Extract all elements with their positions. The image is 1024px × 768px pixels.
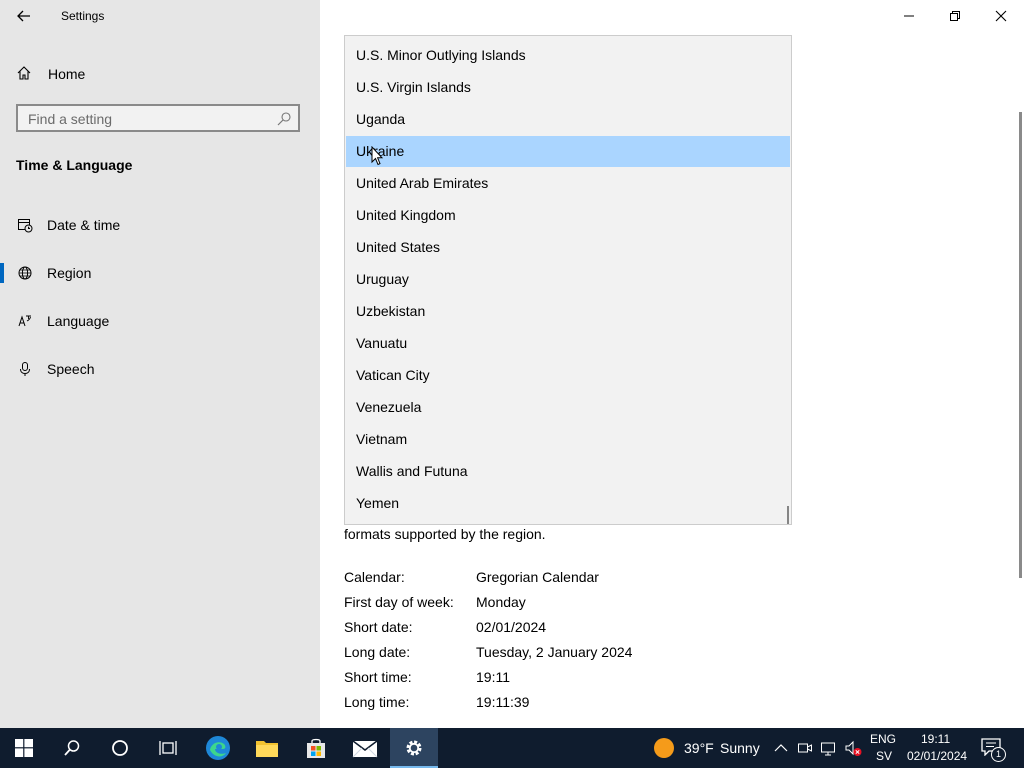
format-value: Tuesday, 2 January 2024 bbox=[476, 644, 633, 660]
country-dropdown-list[interactable]: U.S. Minor Outlying Islands U.S. Virgin … bbox=[344, 35, 792, 525]
page-scrollbar[interactable] bbox=[1019, 112, 1022, 578]
store-bag-icon bbox=[307, 738, 325, 758]
search-input[interactable] bbox=[28, 110, 268, 128]
home-icon bbox=[16, 65, 34, 84]
weather-temperature[interactable]: 39°F bbox=[684, 740, 714, 756]
task-view-icon bbox=[159, 741, 177, 755]
format-label: Long time: bbox=[344, 694, 410, 710]
format-label: Short time: bbox=[344, 669, 412, 685]
notifications-button[interactable]: 1 bbox=[981, 738, 1006, 762]
mail-icon bbox=[352, 740, 378, 758]
sidebar-item-label: Language bbox=[47, 313, 110, 329]
search-box[interactable] bbox=[16, 104, 300, 132]
input-language-secondary[interactable]: SV bbox=[876, 749, 892, 763]
network-icon[interactable] bbox=[820, 740, 838, 756]
dropdown-option-highlighted[interactable]: Ukraine bbox=[346, 136, 790, 167]
mail-button[interactable] bbox=[341, 728, 389, 768]
dropdown-option[interactable]: Vietnam bbox=[346, 424, 790, 455]
dropdown-option[interactable]: Yemen bbox=[346, 488, 790, 519]
close-icon bbox=[995, 10, 1007, 22]
calendar-clock-icon bbox=[16, 216, 34, 234]
input-language-primary[interactable]: ENG bbox=[870, 732, 896, 746]
format-value: 02/01/2024 bbox=[476, 619, 547, 635]
start-button[interactable] bbox=[0, 728, 48, 768]
format-label: First day of week: bbox=[344, 594, 454, 610]
dropdown-option[interactable]: Uruguay bbox=[346, 264, 790, 295]
sidebar-item-label: Speech bbox=[47, 361, 95, 377]
dropdown-option[interactable]: Vanuatu bbox=[346, 328, 790, 359]
format-value: 19:11 bbox=[476, 669, 510, 685]
sunny-weather-icon bbox=[654, 738, 674, 758]
edge-browser-icon bbox=[206, 736, 230, 760]
format-value: Gregorian Calendar bbox=[476, 569, 599, 585]
meet-now-icon[interactable] bbox=[797, 740, 813, 756]
format-label: Short date: bbox=[344, 619, 413, 635]
folder-icon bbox=[256, 741, 278, 757]
dropdown-option[interactable]: Vatican City bbox=[346, 360, 790, 391]
dropdown-option[interactable]: United Arab Emirates bbox=[346, 168, 790, 199]
sidebar-item-region[interactable]: Region bbox=[0, 255, 320, 291]
settings-taskbar-button[interactable] bbox=[390, 728, 438, 768]
home-label: Home bbox=[48, 66, 86, 82]
cortana-button[interactable] bbox=[96, 728, 144, 768]
volume-muted-icon[interactable] bbox=[844, 739, 862, 757]
sidebar-item-language[interactable]: Language bbox=[0, 303, 320, 339]
section-title: Time & Language bbox=[16, 157, 133, 173]
dropdown-option[interactable]: U.S. Virgin Islands bbox=[346, 72, 790, 103]
microphone-icon bbox=[16, 360, 34, 378]
dropdown-option[interactable]: Venezuela bbox=[346, 392, 790, 423]
settings-sidebar: Settings Home Time & Language Date & tim… bbox=[0, 0, 320, 728]
weather-condition[interactable]: Sunny bbox=[720, 740, 760, 756]
search-taskbar-button[interactable] bbox=[48, 728, 96, 768]
cortana-circle-icon bbox=[112, 740, 128, 756]
clock-date[interactable]: 02/01/2024 bbox=[907, 749, 967, 763]
search-icon bbox=[64, 740, 80, 756]
gear-icon bbox=[406, 740, 422, 756]
back-arrow-icon bbox=[17, 10, 30, 22]
minimize-button[interactable] bbox=[886, 0, 932, 32]
sidebar-item-label: Date & time bbox=[47, 217, 121, 233]
dropdown-option[interactable]: Wallis and Futuna bbox=[346, 456, 790, 487]
restore-icon bbox=[950, 11, 960, 21]
windows-logo-icon bbox=[15, 739, 33, 757]
format-label: Long date: bbox=[344, 644, 411, 660]
sidebar-item-speech[interactable]: Speech bbox=[0, 351, 320, 387]
edge-browser-button[interactable] bbox=[194, 728, 242, 768]
taskbar: 39°F Sunny ENG SV 19:11 02/01/2024 1 bbox=[0, 728, 1024, 768]
dropdown-option[interactable]: U.S. Minor Outlying Islands bbox=[346, 40, 790, 71]
microsoft-store-button[interactable] bbox=[292, 728, 340, 768]
sidebar-item-date-time[interactable]: Date & time bbox=[0, 207, 320, 243]
app-title: Settings bbox=[61, 9, 105, 23]
dropdown-scrollbar[interactable] bbox=[787, 506, 789, 524]
minimize-icon bbox=[904, 15, 914, 17]
region-format-description: formats supported by the region. bbox=[344, 526, 546, 542]
dropdown-option[interactable]: United States bbox=[346, 232, 790, 263]
format-label: Calendar: bbox=[344, 569, 405, 585]
search-icon bbox=[276, 111, 292, 127]
clock-time[interactable]: 19:11 bbox=[921, 732, 950, 746]
notification-count-badge: 1 bbox=[991, 747, 1006, 762]
language-icon bbox=[16, 312, 34, 330]
back-button[interactable] bbox=[14, 6, 34, 26]
dropdown-option[interactable]: United Kingdom bbox=[346, 200, 790, 231]
globe-icon bbox=[16, 264, 34, 282]
dropdown-option[interactable]: Uganda bbox=[346, 104, 790, 135]
format-value: 19:11:39 bbox=[476, 694, 530, 710]
close-button[interactable] bbox=[978, 0, 1024, 32]
sidebar-item-label: Region bbox=[47, 265, 92, 281]
chevron-up-icon[interactable] bbox=[774, 742, 788, 754]
file-explorer-button[interactable] bbox=[243, 728, 291, 768]
restore-button[interactable] bbox=[932, 0, 978, 32]
task-view-button[interactable] bbox=[144, 728, 192, 768]
format-value: Monday bbox=[476, 594, 526, 610]
dropdown-option[interactable]: Uzbekistan bbox=[346, 296, 790, 327]
home-nav-item[interactable]: Home bbox=[16, 60, 85, 88]
mouse-cursor-icon bbox=[371, 146, 383, 166]
